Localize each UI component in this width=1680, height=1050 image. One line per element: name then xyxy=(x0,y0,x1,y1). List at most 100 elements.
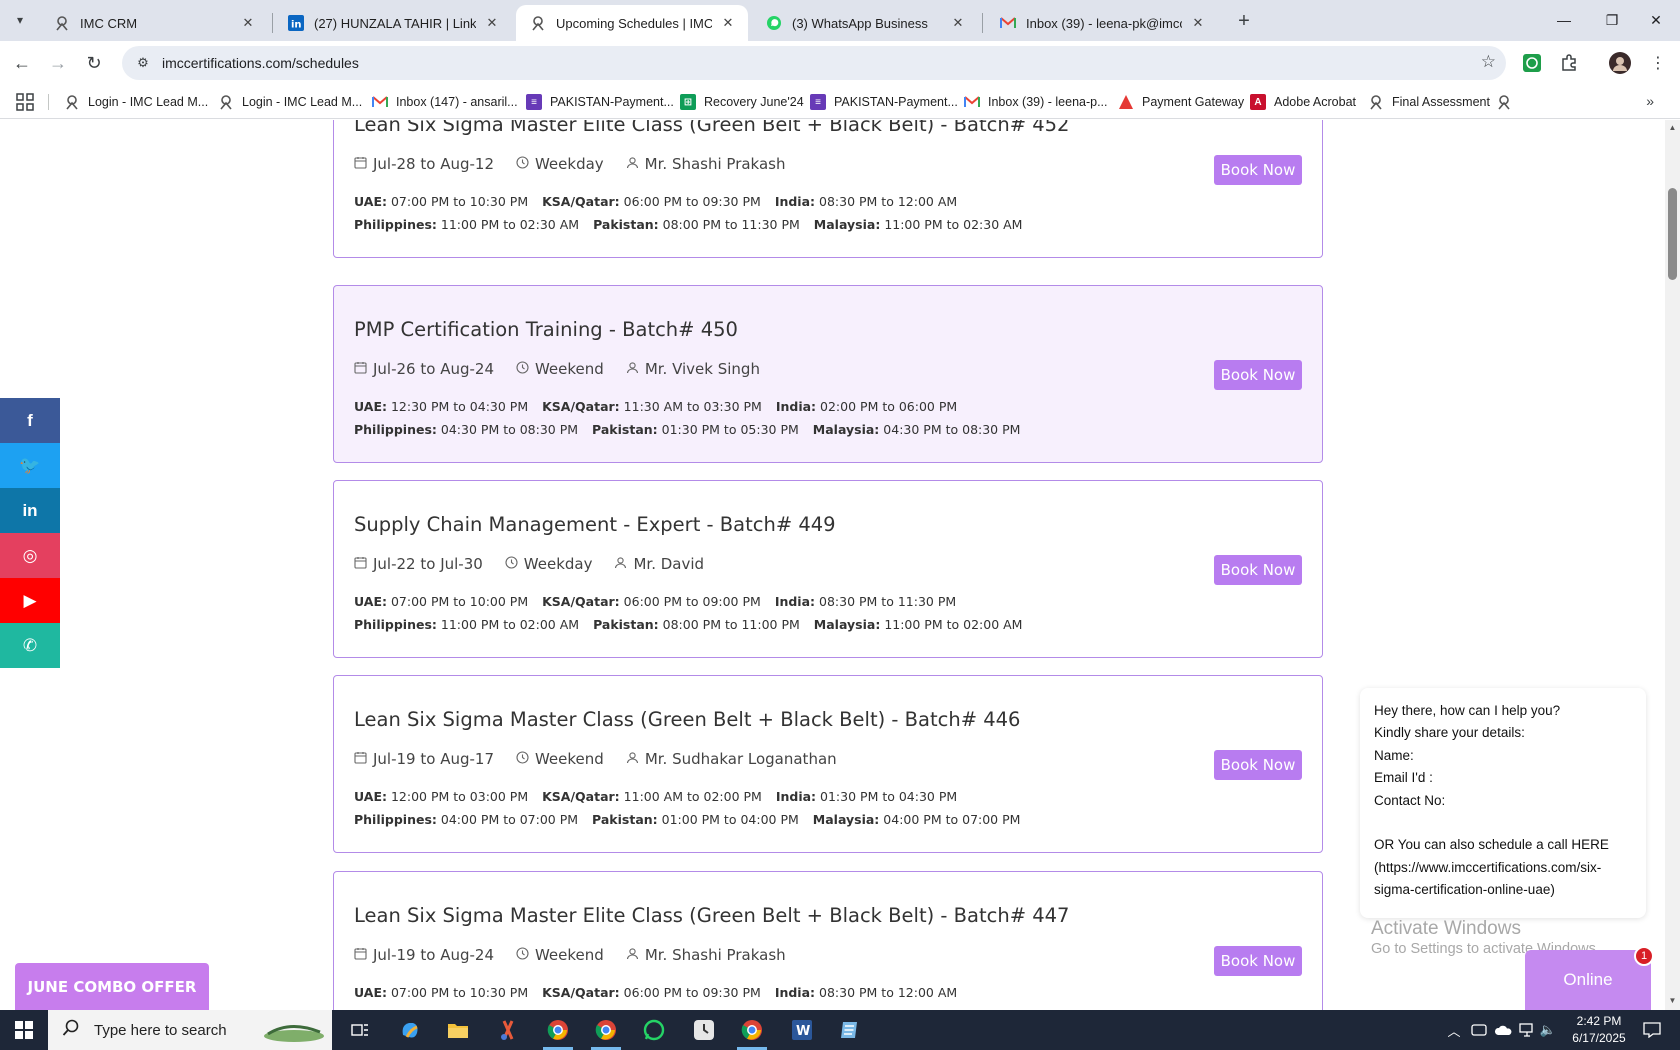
bookmark-inbox-leena[interactable]: Inbox (39) - leena-p... xyxy=(964,92,1108,112)
page-scrollbar[interactable]: ▲ ▼ xyxy=(1665,120,1680,1010)
reload-icon[interactable]: ↻ xyxy=(80,49,108,77)
clock-time: 2:42 PM xyxy=(1576,1014,1622,1028)
notepad-icon[interactable] xyxy=(827,1010,873,1050)
tray-chevron-up-icon[interactable]: ︿ xyxy=(1444,1010,1464,1050)
restore-window-icon[interactable]: ❐ xyxy=(1588,0,1636,40)
file-explorer-icon[interactable] xyxy=(435,1010,481,1050)
book-now-button[interactable]: Book Now xyxy=(1214,360,1302,390)
task-view-icon[interactable] xyxy=(337,1010,383,1050)
back-arrow-icon[interactable]: ← xyxy=(8,49,36,77)
tab-whatsapp-business[interactable]: (3) WhatsApp Business ✕ xyxy=(752,5,978,41)
bookmark-login-imc-lead-1[interactable]: Login - IMC Lead M... xyxy=(64,92,208,112)
bookmark-label: PAKISTAN-Payment... xyxy=(550,95,674,109)
course-mode: Weekday xyxy=(516,155,604,173)
chat-online-button[interactable]: Online xyxy=(1525,950,1651,1010)
clock-icon xyxy=(516,360,535,378)
tab-close-icon[interactable]: ✕ xyxy=(720,15,736,31)
scroll-up-arrow-icon[interactable]: ▲ xyxy=(1668,123,1677,132)
calendar-icon xyxy=(354,155,373,173)
sheets-icon: ⊞ xyxy=(680,94,696,110)
copilot-icon[interactable] xyxy=(387,1010,433,1050)
browser-tab-strip: ▾ IMC CRM ✕ in (27) HUNZALA TAHIR | Link… xyxy=(0,0,1680,41)
book-now-button[interactable]: Book Now xyxy=(1214,946,1302,976)
volume-icon[interactable]: 🔈 xyxy=(1540,1010,1556,1050)
book-now-button[interactable]: Book Now xyxy=(1214,750,1302,780)
close-window-icon[interactable]: ✕ xyxy=(1632,0,1680,40)
bookmark-pakistan-payment-1[interactable]: ≡ PAKISTAN-Payment... xyxy=(526,92,674,112)
bookmark-adobe-acrobat[interactable]: A Adobe Acrobat xyxy=(1250,92,1356,112)
tab-close-icon[interactable]: ✕ xyxy=(484,15,500,31)
word-icon[interactable]: W xyxy=(779,1010,825,1050)
apps-grid-icon[interactable] xyxy=(16,93,34,111)
tab-gmail-inbox[interactable]: Inbox (39) - leena-pk@imccerti ✕ xyxy=(986,5,1218,41)
bookmark-final-assessment[interactable]: Final Assessment xyxy=(1368,92,1490,112)
tab-linkedin[interactable]: in (27) HUNZALA TAHIR | LinkedIn ✕ xyxy=(274,5,512,41)
timing-zone: KSA/Qatar: 11:00 AM to 02:00 PM xyxy=(542,789,762,804)
scroll-down-arrow-icon[interactable]: ▼ xyxy=(1668,996,1677,1005)
bookmark-pakistan-payment-2[interactable]: ≡ PAKISTAN-Payment... xyxy=(810,92,958,112)
bookmark-extra[interactable] xyxy=(1496,92,1520,112)
browser-menu-icon[interactable]: ⋮ xyxy=(1646,51,1670,75)
chrome-profile-3-icon[interactable] xyxy=(729,1010,775,1050)
tray-onedrive-icon[interactable] xyxy=(1492,1010,1514,1050)
bookmark-login-imc-lead-2[interactable]: Login - IMC Lead M... xyxy=(218,92,362,112)
book-now-button[interactable]: Book Now xyxy=(1214,555,1302,585)
forms-icon: ≡ xyxy=(810,94,826,110)
chrome-profile-2-icon[interactable] xyxy=(583,1010,629,1050)
minimize-window-icon[interactable]: — xyxy=(1540,0,1588,40)
facebook-icon[interactable]: f xyxy=(0,398,60,443)
youtube-icon[interactable]: ▶ xyxy=(0,578,60,623)
site-info-icon[interactable]: ⚙ xyxy=(128,55,158,71)
clock-icon xyxy=(516,946,535,964)
bookmark-recovery-june24[interactable]: ⊞ Recovery June'24 xyxy=(680,92,804,112)
new-tab-button[interactable]: + xyxy=(1232,9,1256,33)
calendar-icon xyxy=(354,360,373,378)
profile-avatar-icon[interactable] xyxy=(1608,51,1632,75)
forward-arrow-icon[interactable]: → xyxy=(44,49,72,77)
book-now-button[interactable]: Book Now xyxy=(1214,155,1302,185)
bookmark-star-icon[interactable]: ☆ xyxy=(1481,52,1496,72)
search-placeholder: Type here to search xyxy=(94,1021,227,1039)
timing-zone: Pakistan: 01:00 PM to 04:00 PM xyxy=(592,812,799,827)
notifications-icon[interactable] xyxy=(1638,1010,1666,1050)
course-timings: UAE: 12:30 PM to 04:30 PM KSA/Qatar: 11:3… xyxy=(354,395,1034,441)
instagram-icon[interactable]: ◎ xyxy=(0,533,60,578)
scroll-thumb[interactable] xyxy=(1668,188,1677,280)
course-timings: UAE: 07:00 PM to 10:30 PM KSA/Qatar: 06:0… xyxy=(354,981,971,1004)
address-bar[interactable]: ⚙ imccertifications.com/schedules ☆ xyxy=(122,46,1506,80)
twitter-icon[interactable]: 🐦 xyxy=(0,443,60,488)
taskbar-search-box[interactable]: Type here to search xyxy=(48,1010,332,1050)
bookmark-label: Inbox (147) - ansaril... xyxy=(396,95,518,109)
whatsapp-extension-icon[interactable] xyxy=(1520,51,1544,75)
tab-close-icon[interactable]: ✕ xyxy=(1190,15,1206,31)
windows-start-icon[interactable] xyxy=(0,1010,48,1050)
more-bookmarks-chevron-icon[interactable]: » xyxy=(1646,93,1654,109)
gmail-icon xyxy=(964,94,980,110)
tab-close-icon[interactable]: ✕ xyxy=(240,15,256,31)
june-combo-offer-button[interactable]: JUNE COMBO OFFER xyxy=(15,963,209,1010)
course-title: Lean Six Sigma Master Elite Class (Green… xyxy=(354,120,1070,136)
timing-zone: India: 08:30 PM to 11:30 PM xyxy=(774,594,957,609)
chrome-icon[interactable] xyxy=(535,1010,581,1050)
bookmark-payment-gateway[interactable]: Payment Gateway xyxy=(1118,92,1244,112)
windows-taskbar: Type here to search W ︿ 🔈 2:42 PM 6/17/2… xyxy=(0,1010,1680,1050)
taskbar-clock[interactable]: 2:42 PM 6/17/2025 xyxy=(1560,1013,1638,1047)
course-title: Supply Chain Management - Expert - Batch… xyxy=(354,513,836,536)
tab-upcoming-schedules[interactable]: Upcoming Schedules | IMC Cert ✕ xyxy=(516,5,748,41)
timing-zone: Pakistan: 01:30 PM to 05:30 PM xyxy=(592,422,799,437)
tab-search-chevron-icon[interactable]: ▾ xyxy=(8,7,32,33)
linkedin-icon[interactable]: in xyxy=(0,488,60,533)
whatsapp-icon[interactable]: ✆ xyxy=(0,623,60,668)
whatsapp-app-icon[interactable] xyxy=(631,1010,677,1050)
tray-meet-icon[interactable] xyxy=(1468,1010,1490,1050)
tab-imc-crm[interactable]: IMC CRM ✕ xyxy=(40,5,268,41)
url-text: imccertifications.com/schedules xyxy=(162,55,359,71)
calendar-icon xyxy=(354,946,373,964)
snipping-tool-icon[interactable] xyxy=(485,1010,531,1050)
extensions-puzzle-icon[interactable] xyxy=(1557,51,1581,75)
clock-app-icon[interactable] xyxy=(681,1010,727,1050)
network-icon[interactable] xyxy=(1516,1010,1538,1050)
timing-zone: Philippines: 11:00 PM to 02:30 AM xyxy=(354,217,580,232)
tab-close-icon[interactable]: ✕ xyxy=(950,15,966,31)
bookmark-inbox-ansaril[interactable]: Inbox (147) - ansaril... xyxy=(372,92,518,112)
